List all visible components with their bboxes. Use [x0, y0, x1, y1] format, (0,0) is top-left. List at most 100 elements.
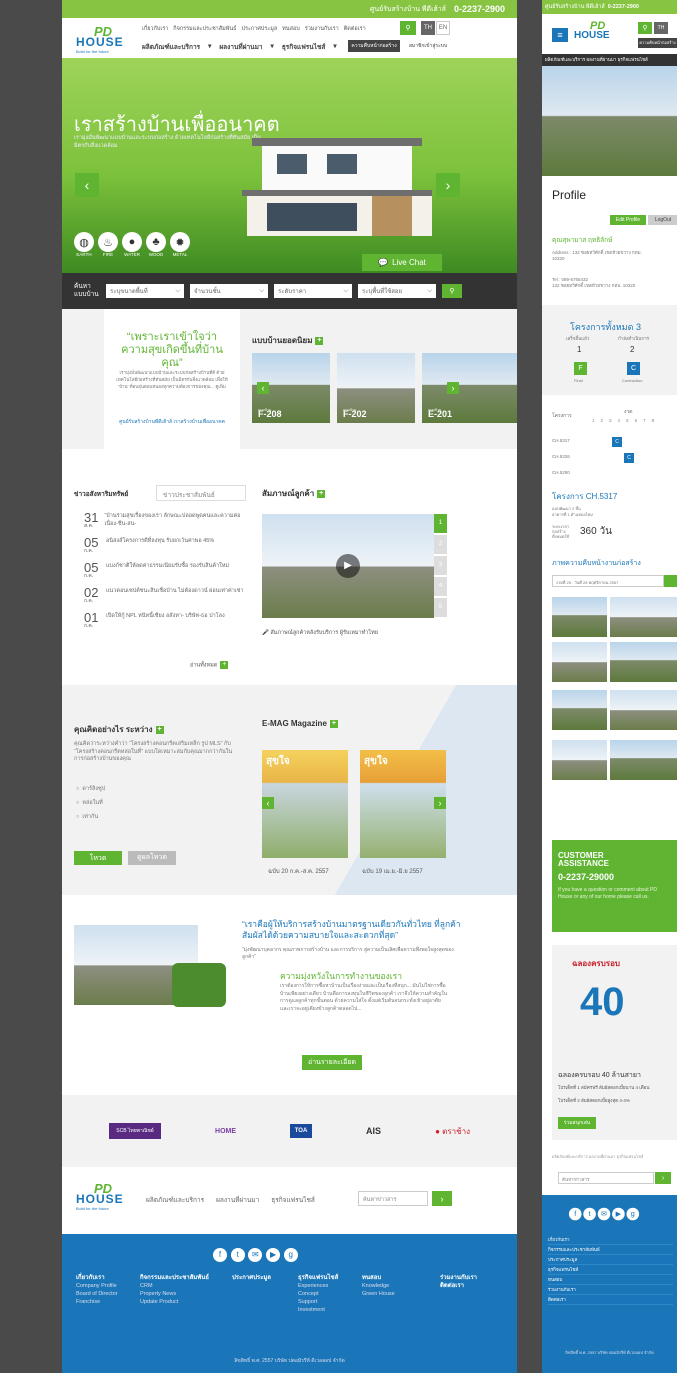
- mail-icon[interactable]: ✉: [248, 1248, 263, 1262]
- promo-join-button[interactable]: ร่วมสนุกเล่น: [558, 1117, 596, 1129]
- nav-careers[interactable]: ร่วมงานกับเรา: [305, 25, 339, 33]
- footer-item[interactable]: Property News: [140, 1290, 220, 1298]
- google-icon[interactable]: g: [283, 1248, 298, 1262]
- progress-photo[interactable]: [610, 597, 677, 637]
- member-login-button[interactable]: สมาชิกเข้าสู่ระบบ: [402, 40, 454, 52]
- news-more-link[interactable]: อ่านทั้งหมด +: [190, 661, 229, 669]
- footer-col-test[interactable]: ทนสอบ: [362, 1274, 412, 1282]
- emag-next-arrow[interactable]: ›: [434, 797, 446, 809]
- popular-item-3[interactable]: แบบบ้าน E-201: [422, 353, 517, 423]
- poll-option-1[interactable]: ○ ดาร์ลิงซูป: [76, 782, 105, 796]
- nav-activities[interactable]: กิจกรรมและประชาสัมพันธ์: [173, 25, 236, 33]
- popular-item-2[interactable]: แบบบ้าน F-202: [337, 353, 415, 423]
- lang-th-button[interactable]: TH: [421, 21, 435, 35]
- nav-about[interactable]: เกี่ยวกับเรา: [142, 25, 168, 33]
- chevron-down-icon[interactable]: [664, 575, 677, 587]
- logout-button[interactable]: LogOut: [648, 215, 677, 225]
- video-page-1[interactable]: 1: [434, 514, 447, 533]
- twitter-icon[interactable]: t: [583, 1207, 596, 1221]
- footer-item[interactable]: Concept: [298, 1290, 358, 1298]
- progress-photo[interactable]: [552, 690, 607, 730]
- hero-next-arrow[interactable]: ›: [436, 173, 460, 197]
- construction-badge[interactable]: C: [627, 362, 640, 375]
- mobile-footer-links[interactable]: ผลิตภัณฑ์และบริการ ผลงานที่ผ่านมา ธุรกิจ…: [552, 1153, 677, 1160]
- price-select[interactable]: ระดับราคา ⌵: [274, 284, 352, 298]
- footer-link-franchise[interactable]: ธุรกิจแฟรนไชส์: [271, 1195, 315, 1205]
- video-page-2[interactable]: 2: [434, 535, 447, 554]
- emag-prev-arrow[interactable]: ‹: [262, 797, 274, 809]
- hamburger-menu-icon[interactable]: ≡: [552, 28, 568, 42]
- poll-result-button[interactable]: ดูผลโหวต: [128, 851, 176, 865]
- progress-photo[interactable]: [610, 740, 677, 780]
- mobile-menu-item[interactable]: ทนสอบ: [548, 1275, 673, 1285]
- mobile-menu-item[interactable]: ประกาศประมูล: [548, 1255, 673, 1265]
- plus-icon[interactable]: +: [155, 725, 164, 734]
- lang-en-button[interactable]: EN: [436, 21, 450, 35]
- row-badge[interactable]: C: [624, 453, 634, 463]
- nav-portfolio[interactable]: ผลงานที่ผ่านมา: [219, 42, 262, 52]
- plus-icon[interactable]: +: [317, 489, 326, 498]
- footer-item[interactable]: Investment: [298, 1306, 358, 1314]
- arrow-right-icon[interactable]: ›: [432, 1191, 452, 1206]
- edit-profile-button[interactable]: Edit Profile: [610, 215, 646, 225]
- footer-search-input[interactable]: ค้นหาข่าวสาร: [358, 1191, 428, 1206]
- mobile-menu-item[interactable]: กิจกรรมและประชาสัมพันธ์: [548, 1245, 673, 1255]
- table-row[interactable]: CH.5317: [552, 438, 570, 443]
- popular-next-arrow[interactable]: ›: [447, 382, 459, 394]
- arrow-right-icon[interactable]: ›: [655, 1172, 671, 1184]
- live-chat-button[interactable]: 💬 Live Chat: [362, 254, 442, 271]
- mobile-menu-item[interactable]: เกี่ยวกับเรา: [548, 1235, 673, 1245]
- progress-date-select[interactable]: งวดที่ 25 : วันที่ 28 พฤศจิกายน 2557: [552, 575, 664, 587]
- scb-logo[interactable]: SCB ไทยพาณิชย์: [109, 1123, 161, 1139]
- floors-select[interactable]: จำนวนชั้น ⌵: [190, 284, 268, 298]
- emag-cover-1[interactable]: สุขใจ: [262, 750, 348, 858]
- search-icon[interactable]: ⚲: [638, 22, 652, 34]
- nav-franchise[interactable]: ธุรกิจแฟรนไชส์: [282, 42, 326, 52]
- footer-item[interactable]: Franchise: [76, 1298, 136, 1306]
- youtube-icon[interactable]: ▶: [266, 1248, 281, 1262]
- footer-col-auction[interactable]: ประกาศประมูล: [232, 1274, 282, 1282]
- progress-photo[interactable]: [552, 597, 607, 637]
- mobile-progress-button[interactable]: ความคืบหน้าก่อสร้าง: [638, 38, 677, 48]
- youtube-icon[interactable]: ▶: [612, 1207, 625, 1221]
- construction-progress-button[interactable]: ความคืบหน้าก่อสร้าง: [348, 40, 400, 52]
- home-logo[interactable]: HOME: [215, 1128, 236, 1135]
- progress-photo[interactable]: [610, 642, 677, 682]
- video-page-4[interactable]: 4: [434, 577, 447, 596]
- news-item[interactable]: 05 ก.ค. อนิสงส์โครงการดีที่ลงทุน รับยกเว้น…: [84, 536, 244, 554]
- nav-contact[interactable]: ติดต่อเรา: [344, 25, 366, 33]
- row-badge[interactable]: C: [612, 437, 622, 447]
- final-badge[interactable]: F: [574, 362, 587, 375]
- mobile-menu-item[interactable]: ร่วมงานกับเรา: [548, 1285, 673, 1295]
- footer-col-about[interactable]: เกี่ยวกับเรา: [76, 1274, 136, 1282]
- mobile-subnav[interactable]: ผลิตภัณฑ์และบริการ ผลงานที่ผ่านมา ธุรกิจ…: [542, 54, 677, 66]
- facebook-icon[interactable]: f: [213, 1248, 227, 1262]
- progress-photo[interactable]: [552, 740, 607, 780]
- ais-logo[interactable]: AIS: [366, 1126, 381, 1136]
- poll-option-3[interactable]: ○ เท่ากัน: [76, 810, 105, 824]
- popular-prev-arrow[interactable]: ‹: [257, 382, 269, 394]
- footer-col-careers[interactable]: ร่วมงานกับเรา: [440, 1274, 500, 1282]
- footer-link-portfolio[interactable]: ผลงานที่ผ่านมา: [216, 1195, 259, 1205]
- poll-option-2[interactable]: ○ หล่อในที่: [76, 796, 105, 810]
- google-icon[interactable]: g: [626, 1207, 640, 1221]
- search-icon[interactable]: ⚲: [442, 284, 462, 298]
- video-page-3[interactable]: 3: [434, 556, 447, 575]
- footer-logo[interactable]: PD HOUSE Build for the future: [76, 1181, 132, 1211]
- footer-col-activities[interactable]: กิจกรรมและประชาสัมพันธ์: [140, 1274, 220, 1282]
- footer-col-contact[interactable]: ติดต่อเรา: [440, 1282, 500, 1290]
- footer-item[interactable]: Green House: [362, 1290, 412, 1298]
- twitter-icon[interactable]: t: [230, 1248, 245, 1262]
- mobile-menu-item[interactable]: ติดต่อเรา: [548, 1295, 673, 1305]
- footer-col-franchise[interactable]: ธุรกิจแฟรนไชส์: [298, 1274, 358, 1282]
- footer-item[interactable]: Update Product: [140, 1298, 220, 1306]
- usage-select[interactable]: ระบุพื้นที่ใช้สอย ⌵: [358, 284, 436, 298]
- news-item[interactable]: 01 ก.ค. เปิดให้กู้ NPL หนีหนี้เชียง อสังหา…: [84, 611, 244, 629]
- mail-icon[interactable]: ✉: [597, 1207, 611, 1221]
- footer-item[interactable]: Experiences: [298, 1282, 358, 1290]
- progress-photo[interactable]: [610, 690, 677, 730]
- tab-real-estate-news[interactable]: ข่าวอสังหาริมทรัพย์: [74, 485, 156, 501]
- toa-logo[interactable]: TOA: [290, 1124, 313, 1138]
- footer-link-products[interactable]: ผลิตภัณฑ์และบริการ: [146, 1195, 204, 1205]
- plus-icon[interactable]: +: [315, 336, 324, 345]
